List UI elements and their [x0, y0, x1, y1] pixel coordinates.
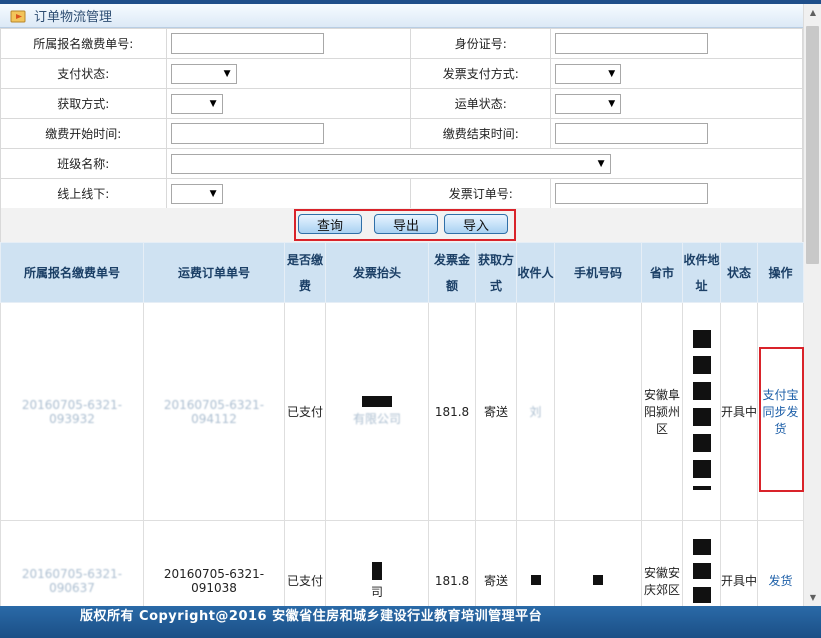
col-header-status[interactable]: 状态: [720, 242, 758, 303]
ship-link[interactable]: 发货: [768, 574, 792, 588]
status-cell: 开具中: [720, 302, 758, 521]
pay-start-time-input[interactable]: [170, 123, 324, 144]
query-button[interactable]: 查询: [298, 214, 362, 234]
paid-cell: 已支付: [284, 302, 326, 521]
phone-cell: [554, 302, 642, 521]
col-header-province[interactable]: 省市: [641, 242, 683, 303]
footer: 版权所有 Copyright@2016 安徽省住房和城乡建设行业教育培训管理平台: [0, 606, 821, 638]
label-online-offline: 线上线下:: [0, 178, 167, 209]
method-cell: 寄送: [475, 302, 517, 521]
chevron-down-icon: ▼: [223, 68, 231, 79]
order-no-cell: 20160705-6321-090637: [21, 566, 123, 595]
order-no-cell: 20160705-6321-093932: [21, 397, 123, 426]
col-header-phone[interactable]: 手机号码: [554, 242, 642, 303]
label-id-number: 身份证号:: [410, 28, 552, 59]
orders-table: 所属报名缴费单号 运费订单单号 是否缴费 发票抬头 发票金额 获取方式 收件人 …: [0, 242, 804, 638]
col-header-amount[interactable]: 发票金额: [428, 242, 476, 303]
acquire-method-select[interactable]: ▼: [170, 93, 223, 114]
redacted-block: [372, 561, 382, 580]
receiver-cell: 刘: [529, 405, 542, 419]
label-invoice-pay-method: 发票支付方式:: [410, 58, 552, 89]
col-header-address[interactable]: 收件地址: [682, 242, 721, 303]
redacted-block: [362, 396, 392, 407]
panel-title: 订单物流管理: [34, 10, 113, 25]
label-pay-status: 支付状态:: [0, 58, 167, 89]
col-header-paid[interactable]: 是否缴费: [284, 242, 326, 303]
col-header-invoice-title[interactable]: 发票抬头: [325, 242, 429, 303]
button-bar: 查询 导出 导入: [0, 208, 803, 242]
class-name-select[interactable]: ▼: [170, 153, 611, 174]
col-header-action[interactable]: 操作: [757, 242, 804, 303]
vertical-scrollbar[interactable]: ▲ ▼: [803, 4, 821, 606]
pay-status-select[interactable]: ▼: [170, 63, 237, 84]
label-pay-start-time: 缴费开始时间:: [0, 118, 167, 149]
invoice-title-cell: 有限公司: [352, 412, 401, 426]
label-class-name: 班级名称:: [0, 148, 167, 179]
scroll-down-arrow-icon[interactable]: ▼: [804, 589, 821, 606]
folder-arrow-icon: [10, 9, 28, 23]
chevron-down-icon: ▼: [608, 68, 616, 79]
invoice-pay-method-select[interactable]: ▼: [555, 63, 622, 84]
action-highlight-box: [759, 347, 804, 492]
import-button[interactable]: 导入: [444, 214, 508, 234]
scrollbar-thumb[interactable]: [806, 26, 819, 264]
freight-no-cell: 20160705-6321-094112: [163, 397, 265, 426]
table-row: 20160705-6321-093932 20160705-6321-09411…: [0, 302, 804, 521]
freight-no-cell: 20160705-6321-091038: [163, 566, 265, 595]
invoice-title-cell: 司: [370, 584, 383, 599]
waybill-status-select[interactable]: ▼: [555, 93, 622, 114]
search-form: 所属报名缴费单号: 身份证号: 支付状态: ▼ 发票支付方式: ▼ 获取方式: …: [0, 28, 804, 209]
label-pay-end-time: 缴费结束时间:: [410, 118, 552, 149]
id-number-input[interactable]: [555, 33, 709, 54]
col-header-receiver[interactable]: 收件人: [516, 242, 555, 303]
redacted-block: [530, 574, 541, 585]
pay-end-time-input[interactable]: [555, 123, 709, 144]
col-header-order-no[interactable]: 所属报名缴费单号: [0, 242, 144, 303]
scroll-up-arrow-icon[interactable]: ▲: [804, 4, 821, 21]
redacted-block: [692, 330, 711, 490]
table-header-row: 所属报名缴费单号 运费订单单号 是否缴费 发票抬头 发票金额 获取方式 收件人 …: [0, 242, 804, 303]
col-header-freight-no[interactable]: 运费订单单号: [143, 242, 285, 303]
footer-copyright: 版权所有 Copyright@2016 安徽省住房和城乡建设行业教育培训管理平台: [80, 609, 543, 624]
province-cell: 安徽阜阳颍州区: [641, 302, 683, 521]
label-order-no: 所属报名缴费单号:: [0, 28, 167, 59]
panel-titlebar: 订单物流管理: [0, 4, 803, 28]
address-cell: [682, 302, 721, 521]
export-button[interactable]: 导出: [374, 214, 438, 234]
col-header-method[interactable]: 获取方式: [475, 242, 517, 303]
redacted-block: [593, 574, 603, 585]
order-no-input[interactable]: [170, 33, 324, 54]
invoice-order-no-input[interactable]: [555, 183, 709, 204]
label-invoice-order-no: 发票订单号:: [410, 178, 552, 209]
chevron-down-icon: ▼: [209, 188, 217, 199]
chevron-down-icon: ▼: [608, 98, 616, 109]
chevron-down-icon: ▼: [597, 158, 605, 169]
label-waybill-status: 运单状态:: [410, 88, 552, 119]
amount-cell: 181.8: [428, 302, 476, 521]
chevron-down-icon: ▼: [209, 98, 217, 109]
label-acquire-method: 获取方式:: [0, 88, 167, 119]
online-offline-select[interactable]: ▼: [170, 183, 223, 204]
